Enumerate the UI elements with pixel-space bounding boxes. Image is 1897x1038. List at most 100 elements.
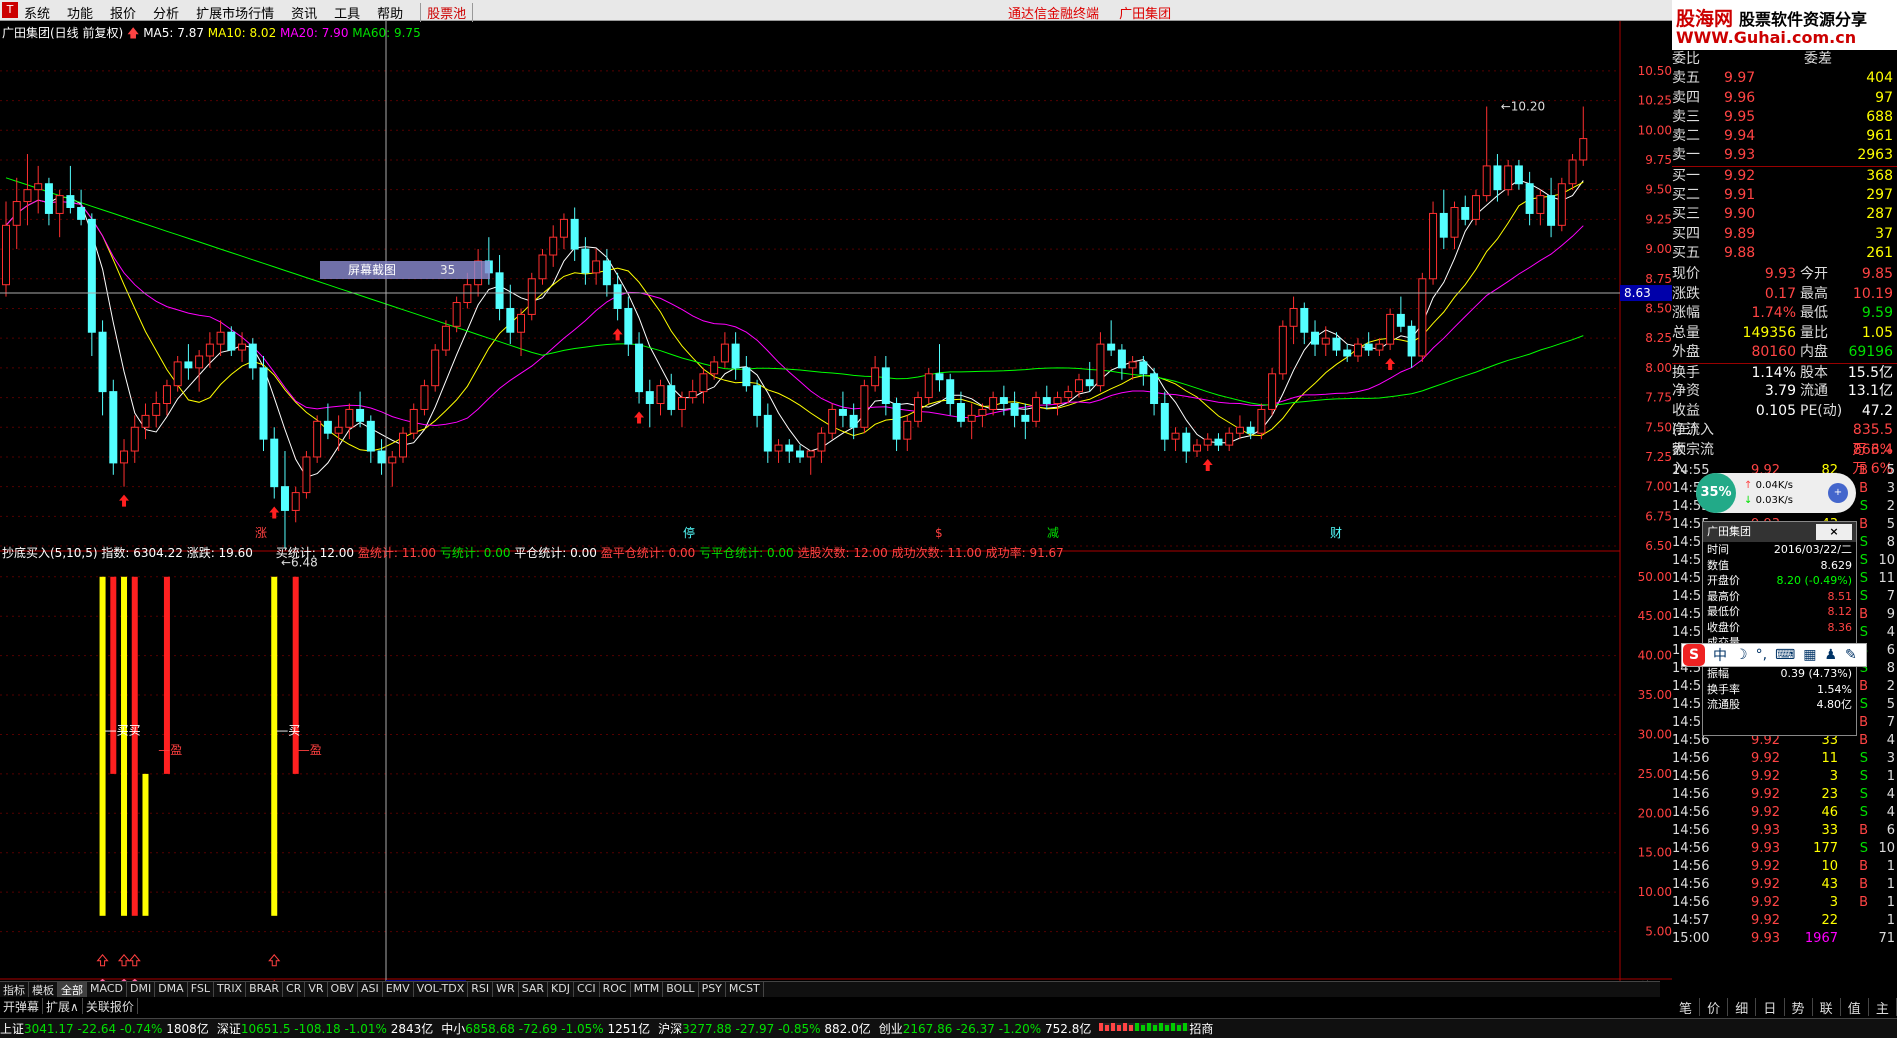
- right-tab[interactable]: 势: [1785, 998, 1813, 1017]
- right-tab[interactable]: 笔: [1672, 998, 1701, 1017]
- indicator-tab[interactable]: DMI: [127, 982, 156, 997]
- indicator-tab[interactable]: CCI: [574, 982, 600, 997]
- indicator-tab[interactable]: TRIX: [214, 982, 247, 997]
- indicator-tab[interactable]: 模板: [29, 982, 58, 997]
- network-widget[interactable]: 35% ↑ 0.04K/s ↓ 0.03K/s +: [1696, 473, 1856, 513]
- candle-body: [731, 343, 740, 369]
- indicator-tab[interactable]: CR: [283, 982, 306, 997]
- indicator-tab[interactable]: BOLL: [663, 982, 699, 997]
- indicator-tab[interactable]: OBV: [328, 982, 358, 997]
- sell-level[interactable]: 卖一 9.93 2963: [1672, 146, 1897, 165]
- menu-news[interactable]: 资讯: [291, 3, 317, 22]
- indicator-tab[interactable]: FSL: [188, 982, 214, 997]
- indicator-tab[interactable]: VR: [305, 982, 328, 997]
- ime-toolbar[interactable]: S 中 ☽ °, ⌨ ▦ ♟ ✎: [1681, 643, 1867, 667]
- menu-analysis[interactable]: 分析: [153, 3, 179, 22]
- status-chg: -72.69: [518, 1022, 558, 1036]
- extra-tab[interactable]: 开弹幕: [0, 998, 44, 1014]
- indicator-tab[interactable]: BRAR: [246, 982, 284, 997]
- quote-a: 净流入额: [1672, 422, 1714, 458]
- menu-function[interactable]: 功能: [67, 3, 93, 22]
- level-price: 9.90: [1724, 206, 1756, 223]
- right-tab[interactable]: 主: [1869, 998, 1897, 1017]
- event-marker: 停: [683, 525, 695, 540]
- right-tab[interactable]: 值: [1841, 998, 1869, 1017]
- candle-body: [334, 426, 343, 434]
- tick-row: 14:56 9.92 10 B 1: [1672, 858, 1897, 876]
- tick-v: 1967: [1804, 931, 1838, 946]
- candle-body: [1332, 337, 1341, 351]
- indicator-name[interactable]: 抄底买入(5,10,5): [2, 546, 98, 560]
- indicator-tab[interactable]: SAR: [519, 982, 549, 997]
- indicator-tab[interactable]: PSY: [699, 982, 726, 997]
- indicator-tab[interactable]: MCST: [726, 982, 764, 997]
- keyboard-icon[interactable]: ⌨: [1775, 647, 1795, 663]
- sell-level[interactable]: 卖三 9.95 688: [1672, 108, 1897, 127]
- sell-level[interactable]: 卖四 9.96 97: [1672, 89, 1897, 108]
- status-index[interactable]: 深证10651.5 -108.18 -1.01% 2843亿: [217, 1020, 433, 1037]
- ime-lang[interactable]: 中: [1713, 645, 1727, 665]
- extra-tab[interactable]: 关联报价: [83, 998, 138, 1014]
- right-tab[interactable]: 联: [1813, 998, 1841, 1017]
- menu-tools[interactable]: 工具: [334, 3, 360, 22]
- shirt-icon[interactable]: ♟: [1824, 647, 1837, 663]
- buy-level[interactable]: 买一 9.92 368: [1672, 167, 1897, 186]
- level-price: 9.88: [1724, 244, 1756, 261]
- wrench-icon[interactable]: ✎: [1845, 647, 1857, 663]
- candle-body: [1235, 426, 1244, 434]
- quote-row: 外盘 80160 内盘 69196: [1672, 343, 1897, 363]
- menu-system[interactable]: 系统: [24, 3, 50, 22]
- indicator-tab[interactable]: RSI: [468, 982, 494, 997]
- indicator-tab[interactable]: VOL-TDX: [414, 982, 469, 997]
- tick-n: 4: [1886, 805, 1895, 820]
- price-tick: 7.25: [1645, 450, 1672, 464]
- candle-body: [270, 438, 279, 488]
- indicator-tab[interactable]: ROC: [600, 982, 631, 997]
- status-index[interactable]: 创业2167.86 -26.37 -1.20% 752.8亿: [879, 1020, 1092, 1037]
- indicator-tab[interactable]: ASI: [358, 982, 383, 997]
- extra-tab[interactable]: 扩展∧: [43, 998, 83, 1014]
- brand-line1b: 股票软件资源分享: [1739, 10, 1868, 29]
- buy-level[interactable]: 买四 9.89 37: [1672, 225, 1897, 244]
- moon-icon[interactable]: ☽: [1735, 647, 1748, 663]
- status-index[interactable]: 沪深3277.88 -27.97 -0.85% 882.0亿: [658, 1020, 871, 1037]
- candle-body: [1386, 313, 1395, 345]
- status-index[interactable]: 上证3041.17 -22.64 -0.74% 1808亿: [0, 1020, 209, 1037]
- indicator-tab[interactable]: MTM: [631, 982, 664, 997]
- app-logo: T: [2, 2, 18, 18]
- indicator-tab[interactable]: MACD: [87, 982, 127, 997]
- candle-body: [141, 414, 150, 428]
- menu-ext-market[interactable]: 扩展市场行情: [196, 3, 274, 22]
- kline-chart[interactable]: 10.5010.2510.009.759.509.259.008.758.508…: [0, 21, 1672, 981]
- indicator-tab[interactable]: 全部: [58, 982, 87, 997]
- menu-quote[interactable]: 报价: [110, 3, 136, 22]
- punct-icon[interactable]: °,: [1756, 647, 1767, 663]
- indicator-tab[interactable]: EMV: [383, 982, 414, 997]
- right-tab[interactable]: 细: [1728, 998, 1757, 1017]
- indicator-tab[interactable]: WR: [493, 982, 519, 997]
- indicator-tab[interactable]: DMA: [155, 982, 188, 997]
- right-tab[interactable]: 日: [1756, 998, 1785, 1017]
- data-popup[interactable]: 广田集团 × 时间 2016/03/22/二 数值 8.629 开盘价 8.20 (-0.…: [1702, 521, 1857, 736]
- sell-level[interactable]: 卖二 9.94 961: [1672, 127, 1897, 146]
- candle-body: [431, 349, 440, 387]
- buy-level[interactable]: 买二 9.91 297: [1672, 186, 1897, 205]
- candle-body: [130, 426, 139, 452]
- indicator-tab[interactable]: 指标: [0, 982, 29, 997]
- menu-help[interactable]: 帮助: [377, 3, 403, 22]
- right-tab[interactable]: 价: [1700, 998, 1729, 1017]
- candle-body: [366, 420, 375, 452]
- grid-icon[interactable]: ▦: [1803, 647, 1816, 663]
- sell-level[interactable]: 卖五 9.97 404: [1672, 69, 1897, 88]
- buy-level[interactable]: 买三 9.90 287: [1672, 205, 1897, 224]
- buy-level[interactable]: 买五 9.88 261: [1672, 244, 1897, 263]
- stock-pool-button[interactable]: 股票池: [420, 3, 474, 22]
- plus-icon[interactable]: +: [1828, 483, 1848, 503]
- indicator-chg: 涨跌: 19.60: [186, 546, 253, 560]
- candle-body: [12, 201, 21, 226]
- screenshot-button[interactable]: 屏幕截图 35: [320, 261, 490, 279]
- status-index[interactable]: 中小6858.68 -72.69 -1.05% 1251亿: [441, 1020, 650, 1037]
- indicator-tick: 15.00: [1638, 846, 1672, 860]
- indicator-tab[interactable]: KDJ: [548, 982, 574, 997]
- popup-close-button[interactable]: ×: [1816, 524, 1852, 540]
